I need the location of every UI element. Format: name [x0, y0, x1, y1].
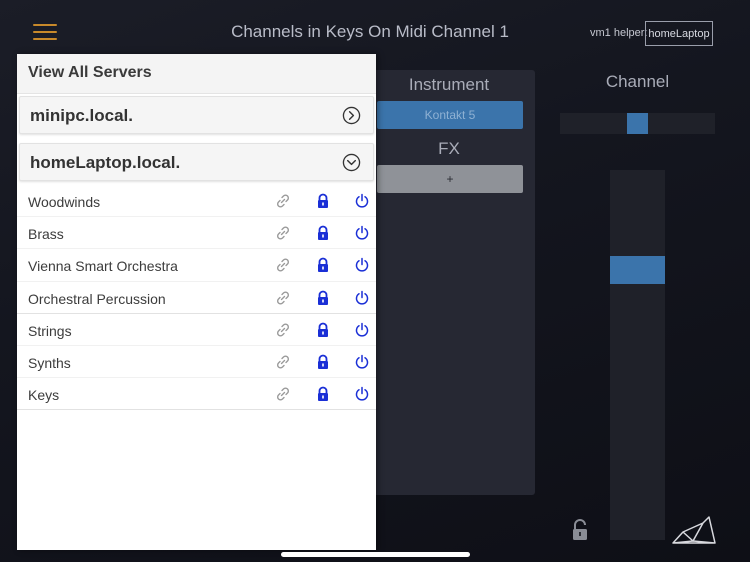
link-icon[interactable]: [275, 193, 291, 209]
power-icon[interactable]: [354, 290, 370, 306]
server-row-homelaptop[interactable]: homeLaptop.local.: [19, 143, 374, 181]
instrument-title: Instrument: [408, 75, 490, 94]
server-name: homeLaptop.local.: [30, 153, 181, 172]
list-item[interactable]: Synths: [17, 346, 376, 379]
page-title: Channels in Keys On Midi Channel 1: [231, 22, 509, 41]
hamburger-menu-icon[interactable]: [33, 24, 57, 40]
instrument-name: Synths: [28, 354, 71, 371]
lock-icon[interactable]: [315, 257, 331, 273]
home-indicator[interactable]: [281, 552, 470, 557]
link-icon[interactable]: [275, 225, 291, 241]
lock-icon[interactable]: [315, 354, 331, 370]
lock-icon[interactable]: [315, 322, 331, 338]
link-icon[interactable]: [275, 290, 291, 306]
volume-fader-handle[interactable]: [610, 256, 665, 284]
power-icon[interactable]: [354, 354, 370, 370]
list-item[interactable]: Keys: [17, 378, 376, 411]
pan-slider-handle[interactable]: [627, 113, 648, 134]
lock-icon[interactable]: [315, 225, 331, 241]
link-icon[interactable]: [275, 386, 291, 402]
drawer-title: View All Servers: [28, 64, 152, 81]
app-window: Channels in Keys On Midi Channel 1 vm1 h…: [0, 0, 750, 562]
instrument-name: Vienna Smart Orchestra: [28, 258, 178, 275]
channel-title: Channel: [605, 72, 670, 91]
link-icon[interactable]: [275, 322, 291, 338]
instrument-name: Woodwinds: [28, 194, 101, 210]
instrument-name: Strings: [28, 322, 72, 339]
instrument-list: Woodwinds Brass Vienna Smart Orchestra O…: [17, 185, 376, 411]
list-item[interactable]: Woodwinds: [17, 185, 376, 218]
fx-title: FX: [438, 139, 460, 158]
power-icon[interactable]: [354, 257, 370, 273]
vienna-logo-icon: [672, 516, 716, 544]
instrument-button[interactable]: Kontakt 5: [377, 101, 523, 129]
server-name: minipc.local.: [30, 106, 133, 125]
link-icon[interactable]: [275, 257, 291, 273]
lock-icon[interactable]: [315, 193, 331, 209]
drawer-header: View All Servers: [17, 54, 376, 94]
server-row-minipc[interactable]: minipc.local.: [19, 96, 374, 134]
power-icon[interactable]: [354, 322, 370, 338]
instrument-name: Brass: [28, 226, 64, 243]
chevron-down-circle-icon[interactable]: [342, 153, 361, 172]
chevron-right-circle-icon[interactable]: [342, 106, 361, 125]
helper-select[interactable]: homeLaptop: [645, 21, 713, 46]
unlock-icon[interactable]: [571, 519, 589, 541]
link-icon[interactable]: [275, 354, 291, 370]
power-icon[interactable]: [354, 193, 370, 209]
fx-add-button[interactable]: +: [377, 165, 523, 193]
instrument-panel: Instrument Kontakt 5 FX +: [363, 70, 535, 495]
lock-icon[interactable]: [315, 290, 331, 306]
list-item[interactable]: Orchestral Percussion: [17, 282, 376, 314]
server-drawer: View All Servers minipc.local. homeLapto…: [17, 54, 376, 550]
list-item[interactable]: Brass: [17, 217, 376, 250]
instrument-name: Orchestral Percussion: [28, 290, 166, 307]
instrument-name: Keys: [28, 387, 60, 404]
lock-icon[interactable]: [315, 386, 331, 402]
helper-label: vm1 helper:: [590, 27, 648, 39]
power-icon[interactable]: [354, 386, 370, 402]
list-item[interactable]: Vienna Smart Orchestra: [17, 249, 376, 282]
volume-fader[interactable]: [610, 170, 665, 540]
power-icon[interactable]: [354, 225, 370, 241]
list-item[interactable]: Strings: [17, 314, 376, 346]
